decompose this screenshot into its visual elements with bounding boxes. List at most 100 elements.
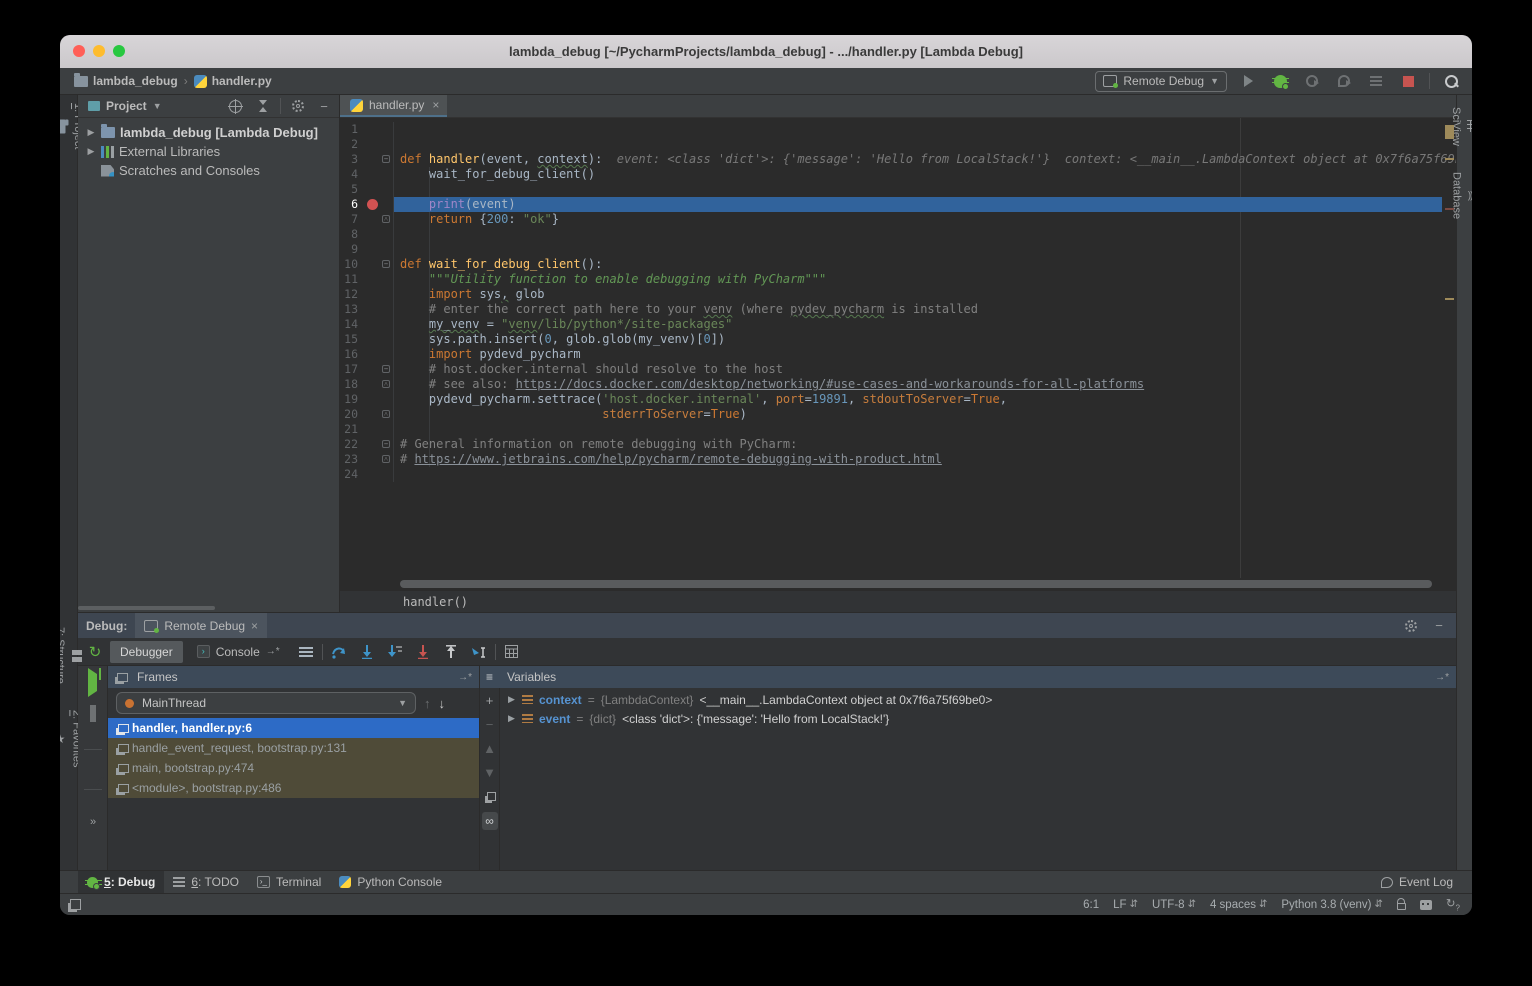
- line-ending-select[interactable]: LF⇵: [1113, 899, 1138, 911]
- code-line-24[interactable]: 24: [340, 467, 1442, 482]
- gutter[interactable]: [358, 167, 394, 182]
- close-session-icon[interactable]: ×: [251, 619, 258, 633]
- duplicate-watch-button[interactable]: [480, 784, 499, 808]
- run-to-cursor-button[interactable]: [467, 641, 491, 663]
- tool-window-button-terminal[interactable]: ›_Terminal: [248, 871, 330, 894]
- lock-icon[interactable]: [1397, 903, 1406, 910]
- step-over-button[interactable]: [327, 641, 351, 663]
- more-actions-button[interactable]: »: [90, 816, 95, 828]
- gutter[interactable]: −: [358, 437, 394, 452]
- code-line-18[interactable]: 18˄ # see also: https://docs.docker.com/…: [340, 377, 1442, 392]
- pause-button[interactable]: [90, 705, 96, 723]
- fold-marker-icon[interactable]: −: [382, 365, 390, 373]
- profile-button[interactable]: [1333, 70, 1355, 92]
- gutter[interactable]: ˄: [358, 212, 394, 227]
- caret-position[interactable]: 6:1: [1083, 899, 1099, 911]
- minimize-window-button[interactable]: [93, 45, 105, 57]
- encoding-select[interactable]: UTF-8⇵: [1152, 899, 1196, 911]
- tool-window-switcher-icon[interactable]: [70, 899, 81, 910]
- gutter[interactable]: ˄: [358, 407, 394, 422]
- code-line-9[interactable]: 9: [340, 242, 1442, 257]
- collapse-all-button[interactable]: [252, 95, 274, 117]
- expand-arrow-icon[interactable]: ▶: [86, 146, 96, 157]
- code-line-11[interactable]: 11 """Utility function to enable debuggi…: [340, 272, 1442, 287]
- code-line-13[interactable]: 13 # enter the correct path here to your…: [340, 302, 1442, 317]
- code-line-15[interactable]: 15 sys.path.insert(0, glob.glob(my_venv)…: [340, 332, 1442, 347]
- coverage-button[interactable]: [1365, 70, 1387, 92]
- focus-icon[interactable]: →*: [458, 672, 472, 683]
- code-line-1[interactable]: 1: [340, 122, 1442, 137]
- code-line-12[interactable]: 12 import sys, glob: [340, 287, 1442, 302]
- frame-row[interactable]: handler, handler.py:6: [108, 718, 479, 738]
- gutter[interactable]: −: [358, 257, 394, 272]
- fold-marker-icon[interactable]: −: [382, 260, 390, 268]
- hide-panel-button[interactable]: −: [315, 99, 333, 114]
- editor-hscrollbar[interactable]: [340, 578, 1456, 590]
- inspections-icon[interactable]: [1420, 900, 1432, 910]
- step-into-my-code-button[interactable]: [411, 641, 435, 663]
- gutter[interactable]: ˄: [358, 452, 394, 467]
- fold-marker-icon[interactable]: ˄: [382, 455, 390, 463]
- add-watch-button[interactable]: +: [480, 688, 499, 712]
- code-line-16[interactable]: 16 import pydevd_pycharm: [340, 347, 1442, 362]
- tool-window-button-debug[interactable]: 5: Debug: [78, 871, 164, 894]
- gutter[interactable]: [358, 392, 394, 407]
- resume-button[interactable]: [88, 674, 97, 692]
- interpreter-select[interactable]: Python 3.8 (venv)⇵: [1281, 899, 1383, 911]
- remove-watch-button[interactable]: −: [480, 712, 499, 736]
- tab-console[interactable]: › Console →*: [187, 641, 290, 663]
- gutter[interactable]: [358, 122, 394, 137]
- run-config-select[interactable]: Remote Debug ▼: [1095, 71, 1227, 92]
- debug-settings-button[interactable]: [1400, 615, 1422, 637]
- frame-row[interactable]: main, bootstrap.py:474: [108, 758, 479, 778]
- evaluate-expression-button[interactable]: [500, 641, 524, 663]
- code-line-14[interactable]: 14 my_venv = "venv/lib/python*/site-pack…: [340, 317, 1442, 332]
- project-tree-item[interactable]: ▶ External Libraries: [78, 142, 339, 161]
- force-step-into-button[interactable]: [383, 641, 407, 663]
- debug-session-tab[interactable]: Remote Debug ×: [135, 613, 267, 638]
- indent-select[interactable]: 4 spaces⇵: [1210, 899, 1267, 911]
- variable-row[interactable]: ▶ context={LambdaContext}<__main__.Lambd…: [500, 690, 1456, 709]
- fold-marker-icon[interactable]: −: [382, 155, 390, 163]
- code-line-20[interactable]: 20˄ stderrToServer=True): [340, 407, 1442, 422]
- run-button[interactable]: [1237, 70, 1259, 92]
- gutter[interactable]: [358, 317, 394, 332]
- code-line-23[interactable]: 23˄# https://www.jetbrains.com/help/pych…: [340, 452, 1442, 467]
- project-tree-item[interactable]: Scratches and Consoles: [78, 161, 339, 180]
- code-line-21[interactable]: 21: [340, 422, 1442, 437]
- gutter[interactable]: [358, 287, 394, 302]
- event-log-button[interactable]: Event Log: [1372, 871, 1462, 894]
- gutter[interactable]: [358, 332, 394, 347]
- frame-row[interactable]: handle_event_request, bootstrap.py:131: [108, 738, 479, 758]
- gutter[interactable]: ˄: [358, 377, 394, 392]
- prev-frame-button[interactable]: ↑: [424, 696, 431, 711]
- code-editor[interactable]: 123−def handler(event, context): event: …: [340, 118, 1456, 578]
- gutter[interactable]: [358, 227, 394, 242]
- show-watches-toggle[interactable]: ∞: [482, 812, 498, 830]
- hide-debug-button[interactable]: −: [1430, 618, 1448, 633]
- code-line-19[interactable]: 19 pydevd_pycharm.settrace('host.docker.…: [340, 392, 1442, 407]
- debug-button[interactable]: [1269, 70, 1291, 92]
- fold-marker-icon[interactable]: −: [382, 440, 390, 448]
- step-out-button[interactable]: [439, 641, 463, 663]
- layout-settings-button[interactable]: [294, 641, 318, 663]
- gutter[interactable]: −: [358, 152, 394, 167]
- project-panel-title[interactable]: Project: [106, 99, 147, 113]
- code-line-2[interactable]: 2: [340, 137, 1442, 152]
- code-line-10[interactable]: 10−def wait_for_debug_client():: [340, 257, 1442, 272]
- gutter[interactable]: [358, 182, 394, 197]
- code-line-5[interactable]: 5: [340, 182, 1442, 197]
- attach-button[interactable]: [1301, 70, 1323, 92]
- project-settings-button[interactable]: [287, 95, 309, 117]
- editor-tab-handler[interactable]: handler.py ×: [340, 95, 447, 117]
- step-into-button[interactable]: [355, 641, 379, 663]
- code-line-8[interactable]: 8: [340, 227, 1442, 242]
- next-frame-button[interactable]: ↓: [439, 696, 446, 711]
- update-icon[interactable]: ↻?: [1446, 896, 1460, 912]
- search-everywhere-button[interactable]: [1440, 70, 1462, 92]
- stop-button[interactable]: [1397, 70, 1419, 92]
- code-line-7[interactable]: 7˄ return {200: "ok"}: [340, 212, 1442, 227]
- code-line-22[interactable]: 22−# General information on remote debug…: [340, 437, 1442, 452]
- expand-arrow-icon[interactable]: ▶: [508, 713, 516, 724]
- gutter[interactable]: [358, 272, 394, 287]
